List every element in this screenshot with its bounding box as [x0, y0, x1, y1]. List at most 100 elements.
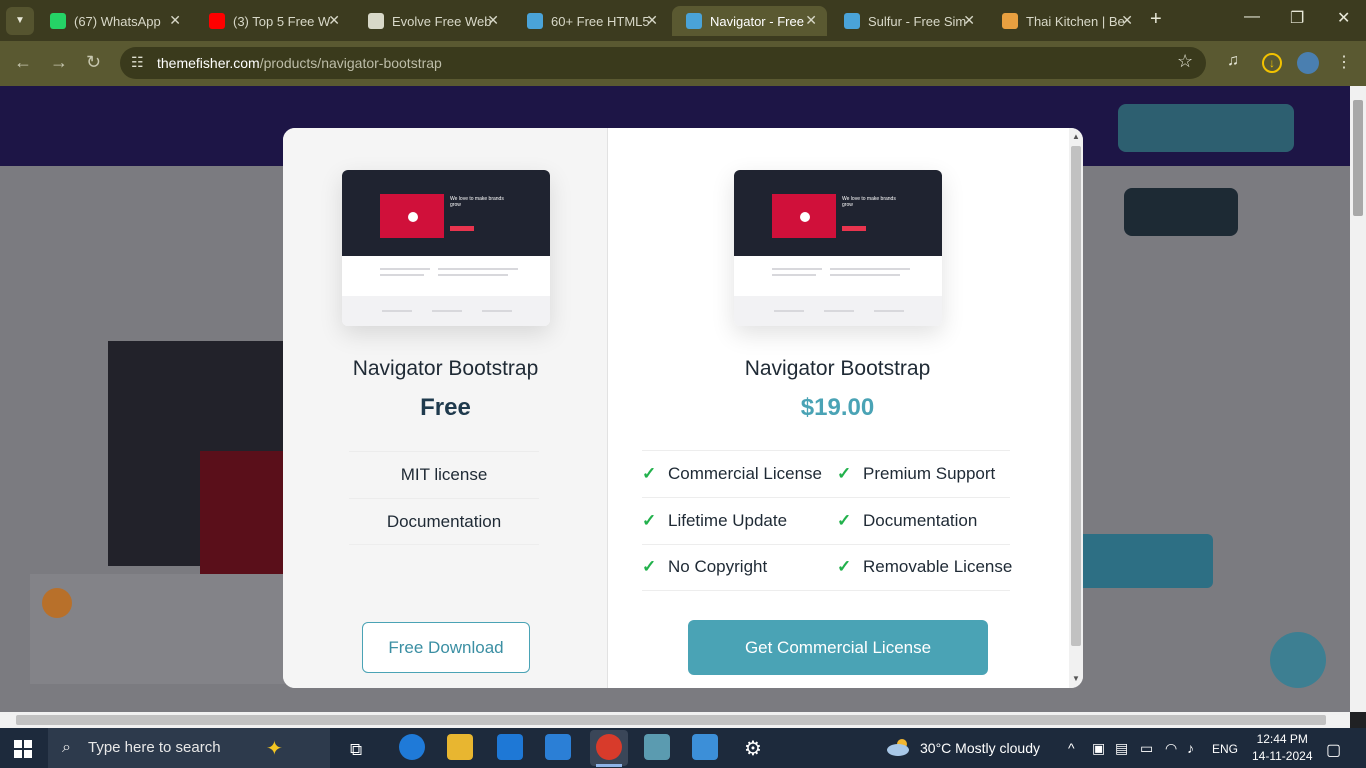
check-icon: ✓: [837, 557, 852, 576]
tab-favicon-icon: [50, 13, 66, 29]
file-explorer-icon[interactable]: [447, 734, 473, 760]
language-indicator[interactable]: ENG: [1212, 742, 1238, 756]
tab-close-icon[interactable]: ✕: [1121, 12, 1133, 29]
settings-gear-icon[interactable]: ⚙: [744, 736, 762, 761]
browser-tab[interactable]: Thai Kitchen | Be ✕: [988, 6, 1143, 36]
browser-tab[interactable]: (3) Top 5 Free W ✕: [195, 6, 350, 36]
volume-icon[interactable]: ♪: [1187, 740, 1194, 756]
reload-button[interactable]: ↻: [86, 52, 101, 73]
search-icon: ⌕: [62, 739, 71, 756]
browser-tab[interactable]: (67) WhatsApp ✕: [36, 6, 191, 36]
chat-widget-button: [1270, 632, 1326, 688]
cookie-icon: [42, 588, 72, 618]
browser-tab[interactable]: Evolve Free Web ✕: [354, 6, 509, 36]
check-icon: ✓: [837, 464, 852, 483]
preview-headline: We love to make brands grow: [450, 196, 504, 208]
template-preview-image: We love to make brands grow: [734, 170, 942, 326]
task-view-icon[interactable]: ⧉: [350, 740, 362, 760]
scroll-down-arrow-icon[interactable]: ▼: [1072, 674, 1080, 683]
tab-search-button[interactable]: ▼: [6, 6, 34, 35]
free-feature-license: MIT license: [349, 451, 539, 497]
tab-close-icon[interactable]: ✕: [487, 12, 499, 29]
commercial-feature-item: ✓ Removable License: [837, 557, 1013, 576]
tab-favicon-icon: [686, 13, 702, 29]
scroll-up-arrow-icon[interactable]: ▲: [1072, 132, 1080, 141]
forward-button[interactable]: →: [50, 52, 68, 73]
pen-icon[interactable]: ▤: [1115, 740, 1128, 757]
taskbar-search-box[interactable]: ⌕ Type here to search: [48, 728, 330, 768]
clock-date: 14-11-2024: [1252, 749, 1313, 763]
notepad-icon[interactable]: [644, 734, 670, 760]
tab-title: Evolve Free Web: [392, 13, 492, 29]
tab-close-icon[interactable]: ✕: [805, 12, 817, 29]
get-commercial-license-button[interactable]: Get Commercial License: [688, 620, 988, 675]
mail-icon[interactable]: [497, 734, 523, 760]
free-download-button[interactable]: Free Download: [362, 622, 530, 673]
commercial-feature-item: ✓ Lifetime Update: [642, 511, 788, 530]
tab-favicon-icon: [1002, 13, 1018, 29]
template-preview-image: We love to make brands grow: [342, 170, 550, 326]
copilot-sparkle-icon[interactable]: ✦: [266, 736, 283, 761]
browser-tab[interactable]: Sulfur - Free Sim ✕: [830, 6, 985, 36]
commercial-plan-title: Navigator Bootstrap: [744, 357, 931, 380]
tab-close-icon[interactable]: ✕: [169, 12, 181, 29]
url-text[interactable]: themefisher.com/products/navigator-boots…: [157, 55, 442, 71]
free-plan-column: We love to make brands grow Navigator Bo…: [283, 128, 608, 688]
bookmark-star-icon[interactable]: ☆: [1177, 51, 1193, 72]
active-app-indicator: [596, 764, 622, 767]
weather-text[interactable]: 30°C Mostly cloudy: [920, 740, 1040, 756]
commercial-feature-item: ✓ No Copyright: [642, 557, 768, 576]
commercial-plan-price: $19.00: [800, 394, 875, 421]
tab-favicon-icon: [527, 13, 543, 29]
weather-cloud-icon: [887, 739, 909, 756]
free-plan-title: Navigator Bootstrap: [352, 357, 539, 380]
tab-close-icon[interactable]: ✕: [328, 12, 340, 29]
device-icon[interactable]: ▣: [1092, 740, 1105, 757]
tab-title: Thai Kitchen | Be: [1026, 13, 1125, 29]
windows-start-button[interactable]: [14, 740, 32, 758]
commercial-feature-item: ✓ Documentation: [837, 511, 978, 530]
media-control-icon[interactable]: ♫: [1227, 52, 1239, 70]
tab-title: Sulfur - Free Sim: [868, 13, 967, 29]
browser-tab[interactable]: Navigator - Free ✕: [672, 6, 827, 36]
download-icon[interactable]: ↓: [1262, 53, 1282, 73]
check-icon: ✓: [642, 511, 657, 530]
page-horizontal-scrollbar[interactable]: [0, 712, 1350, 728]
wifi-icon[interactable]: ◠: [1165, 740, 1177, 757]
tab-close-icon[interactable]: ✕: [963, 12, 975, 29]
preview-headline: We love to make brands grow: [842, 196, 896, 208]
profile-avatar[interactable]: [1297, 52, 1319, 74]
tab-title: Navigator - Free: [710, 13, 804, 29]
system-clock[interactable]: 12:44 PM 14-11-2024: [1252, 731, 1313, 765]
clock-time: 12:44 PM: [1256, 732, 1308, 746]
restore-button[interactable]: ❐: [1290, 8, 1304, 28]
tab-favicon-icon: [209, 13, 225, 29]
check-icon: ✓: [642, 464, 657, 483]
close-window-button[interactable]: ✕: [1337, 8, 1350, 28]
menu-kebab-icon[interactable]: ⋮: [1336, 52, 1352, 72]
chrome-icon[interactable]: [596, 734, 622, 760]
edge-browser-icon[interactable]: [399, 734, 425, 760]
check-icon: ✓: [837, 511, 852, 530]
page-vertical-scrollbar[interactable]: [1350, 86, 1366, 712]
tab-favicon-icon: [368, 13, 384, 29]
site-info-icon[interactable]: ☷: [131, 54, 144, 71]
photos-icon[interactable]: [692, 734, 718, 760]
notification-icon[interactable]: ▢: [1326, 740, 1341, 760]
promo-button: [1118, 104, 1294, 152]
commercial-feature-item: ✓ Commercial License: [642, 464, 822, 483]
new-tab-button[interactable]: +: [1150, 8, 1162, 31]
minimize-button[interactable]: —: [1244, 8, 1260, 26]
browser-tab[interactable]: 60+ Free HTML5 ✕: [513, 6, 668, 36]
tab-close-icon[interactable]: ✕: [646, 12, 658, 29]
modal-scrollbar[interactable]: ▲ ▼: [1069, 128, 1083, 688]
play-icon: [800, 212, 810, 222]
tab-favicon-icon: [844, 13, 860, 29]
back-button[interactable]: ←: [14, 52, 32, 73]
show-hidden-icons-icon[interactable]: ^: [1068, 740, 1075, 756]
commercial-plan-column: We love to make brands grow Navigator Bo…: [609, 128, 1069, 688]
vscode-icon[interactable]: [545, 734, 571, 760]
battery-icon[interactable]: ▭: [1140, 740, 1153, 757]
free-feature-documentation: Documentation: [349, 498, 539, 544]
play-icon: [408, 212, 418, 222]
